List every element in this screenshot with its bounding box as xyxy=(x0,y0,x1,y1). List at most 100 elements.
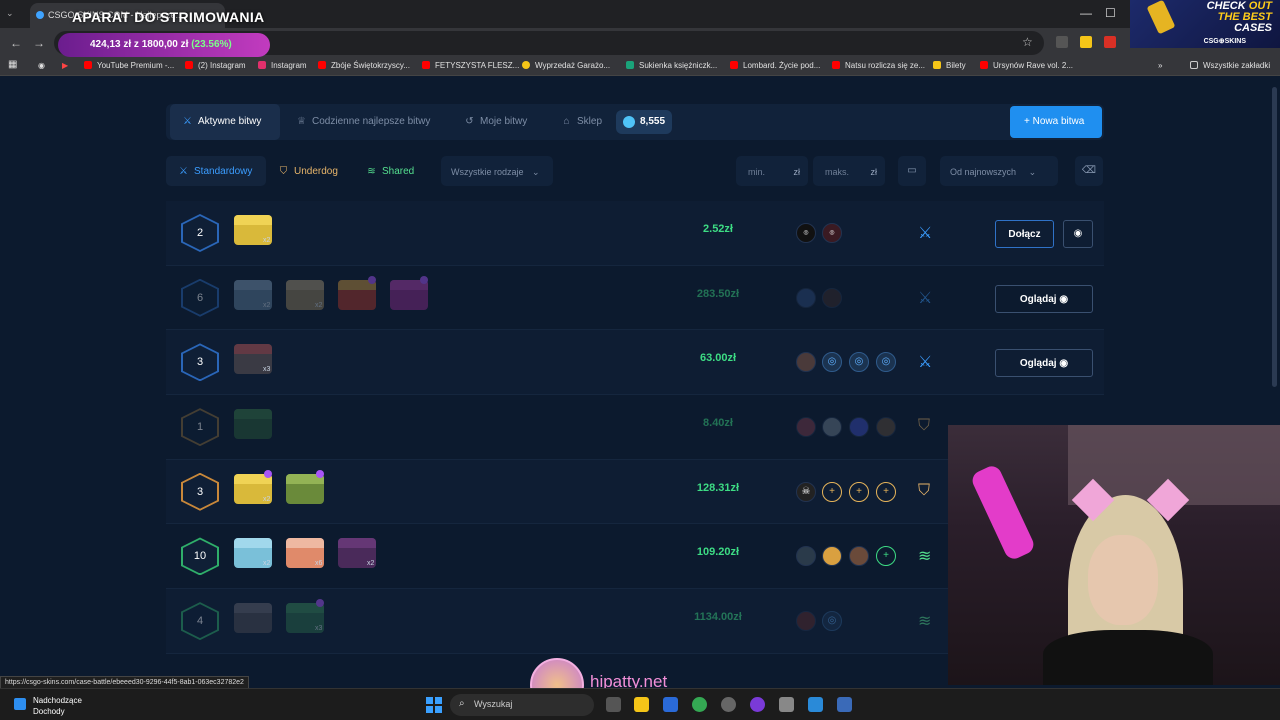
player-avatar: ◎ xyxy=(796,223,816,243)
streamer-body xyxy=(1043,630,1213,685)
task-view-icon[interactable] xyxy=(606,697,621,712)
tab-active-battles[interactable]: ⚔ Aktywne bitwy xyxy=(170,104,280,140)
bookmark-item[interactable]: Bilety xyxy=(933,61,966,70)
store-icon[interactable] xyxy=(663,697,678,712)
battle-price: 283.50zł xyxy=(696,287,740,300)
maximize-icon[interactable]: ☐ xyxy=(1105,6,1116,20)
extension-icon[interactable] xyxy=(1104,36,1116,48)
battle-navigation: ⚔ Aktywne bitwy ♕ Codzienne najlepsze bitw… xyxy=(166,104,1104,140)
case-image xyxy=(234,409,272,440)
bookmark-item[interactable]: Sukienka księżniczk... xyxy=(626,61,717,70)
back-icon[interactable]: ← xyxy=(10,36,22,50)
search-placeholder: Wyszukaj xyxy=(474,699,513,709)
bookmark-item[interactable]: Ursynów Rave vol. 2... xyxy=(980,61,1073,70)
more-bookmarks-icon[interactable]: » xyxy=(1158,61,1162,70)
handshake-icon: ≋ xyxy=(918,548,932,566)
bookmark-item[interactable]: Lombard. Życie pod... xyxy=(730,61,820,70)
battle-row[interactable]: 2 x2 2.52zł ◎ ◎ ⚔ Dołącz ◉ xyxy=(166,201,1104,266)
new-battle-button[interactable]: + Nowa bitwa xyxy=(1010,106,1102,138)
bookmark-item[interactable]: YouTube Premium -... xyxy=(84,61,174,70)
settings-icon[interactable] xyxy=(779,697,794,712)
youtube-icon xyxy=(84,61,92,69)
bookmark-label: Instagram xyxy=(271,61,307,70)
watch-button[interactable]: Oglądaj ◉ xyxy=(995,284,1093,313)
youtube-icon xyxy=(730,61,738,69)
calendar-icon[interactable]: ▭ xyxy=(898,156,926,186)
bookmark-item[interactable]: Wyprzedaż Garażo... xyxy=(522,61,610,70)
bookmark-icon[interactable]: ◉ xyxy=(38,61,45,70)
chrome-icon[interactable] xyxy=(692,697,707,712)
bookmark-item[interactable]: Instagram xyxy=(258,61,307,70)
folder-icon xyxy=(1190,61,1198,69)
minimize-icon[interactable]: — xyxy=(1080,6,1092,20)
tab-search-icon[interactable]: ⌄ xyxy=(6,8,14,19)
add-player-icon[interactable]: + xyxy=(849,481,869,502)
bookmark-item[interactable]: FETYSZYSTA FLESZ... xyxy=(422,61,519,70)
tab-shop[interactable]: ⌂ Sklep xyxy=(561,104,602,140)
basket-icon: ⌂ xyxy=(563,116,570,127)
app-icon[interactable] xyxy=(750,697,765,712)
swords-icon: ⚔ xyxy=(918,225,933,242)
rounds-count: 10 xyxy=(183,539,217,574)
donation-goal-overlay: 424,13 zł z 1800,00 zł (23.56%) xyxy=(58,33,270,57)
bookmark-label: Sukienka księżniczk... xyxy=(639,61,718,70)
file-explorer-icon[interactable] xyxy=(634,697,649,712)
app-icon[interactable] xyxy=(721,697,736,712)
bookmark-label: Wyprzedaż Garażo... xyxy=(535,61,611,70)
filter-underdog[interactable]: ⛉ Underdog xyxy=(278,156,338,186)
add-player-icon[interactable]: + xyxy=(876,546,896,567)
extension-icon[interactable] xyxy=(1056,36,1068,48)
filter-bar: ⚔ Standardowy ⛉ Underdog ≋ Shared Wszystkie… xyxy=(166,156,1104,188)
bookmark-star-icon[interactable]: ☆ xyxy=(1022,35,1033,49)
case-multiplier: x2 xyxy=(263,237,271,244)
youtube-icon xyxy=(185,61,193,69)
player-avatar: ◎ xyxy=(822,223,842,243)
tab-label: Codzienne najlepsze bitwy xyxy=(312,116,431,127)
reset-filters-icon[interactable]: ⌫ xyxy=(1075,156,1103,186)
bookmark-item[interactable]: Natsu rozlicza się ze... xyxy=(832,61,925,70)
coin-balance[interactable]: 8,555 xyxy=(616,110,672,134)
add-player-icon[interactable]: + xyxy=(876,481,896,502)
bookmarks-bar: ▦ ◉ ▶ YouTube Premium -... (2) Instagram… xyxy=(0,58,1280,76)
apps-grid-icon[interactable]: ▦ xyxy=(8,59,17,70)
windows-start-icon[interactable] xyxy=(426,697,442,713)
scrollbar[interactable] xyxy=(1272,87,1277,387)
watch-button[interactable]: Oglądaj ◉ xyxy=(995,349,1093,378)
rounds-count: 6 xyxy=(183,280,217,315)
app-icon[interactable] xyxy=(837,697,852,712)
watch-eye-icon[interactable]: ◉ xyxy=(1063,220,1093,248)
watch-label: Oglądaj xyxy=(1019,358,1057,370)
chevron-down-icon: ⌄ xyxy=(1028,167,1037,177)
bookmark-item[interactable]: (2) Instagram xyxy=(185,61,246,70)
youtube-icon[interactable]: ▶ xyxy=(62,61,68,70)
max-price-input[interactable]: maks. zł xyxy=(813,156,885,186)
all-bookmarks[interactable]: Wszystkie zakładki xyxy=(1190,61,1270,70)
case-multiplier: x2 xyxy=(263,495,271,503)
filter-standard[interactable]: ⚔ Standardowy xyxy=(166,156,266,186)
player-avatar xyxy=(849,417,869,438)
tab-daily-best[interactable]: ♕ Codzienne najlepsze bitwy xyxy=(296,104,430,140)
extension-icon[interactable] xyxy=(1080,36,1092,48)
min-price-input[interactable]: min. zł xyxy=(736,156,808,186)
battle-price: 8.40zł xyxy=(703,417,733,430)
swords-icon: ⚔ xyxy=(918,354,933,372)
app-icon[interactable] xyxy=(808,697,823,712)
swords-icon: ⚔ xyxy=(183,116,192,127)
join-button[interactable]: Dołącz xyxy=(995,220,1054,248)
filter-shared[interactable]: ≋ Shared xyxy=(366,156,414,186)
case-multiplier: x2 xyxy=(263,560,271,568)
battle-row[interactable]: 6 x2 x2 283.50zł ⚔ Oglądaj ◉ xyxy=(166,265,1104,331)
taskbar-search[interactable]: ⌕ Wyszukaj xyxy=(450,694,594,716)
rounds-count: 3 xyxy=(183,345,217,380)
player-avatar xyxy=(796,352,816,373)
battle-row[interactable]: 3 x3 63.00zł ◎ ◎ ◎ ⚔ Oglądaj ◉ xyxy=(166,330,1104,396)
bookmark-item[interactable]: Zbóje Świętokrzyscy... xyxy=(318,61,410,70)
sort-select[interactable]: Od najnowszych ⌄ xyxy=(940,156,1058,186)
case-badge xyxy=(368,275,376,284)
case-image xyxy=(234,603,272,634)
tab-my-battles[interactable]: ↺ Moje bitwy xyxy=(464,104,527,140)
case-image xyxy=(286,473,324,504)
add-player-icon[interactable]: + xyxy=(822,481,842,502)
type-select[interactable]: Wszystkie rodzaje ⌄ xyxy=(441,156,553,186)
forward-icon[interactable]: → xyxy=(33,36,45,50)
